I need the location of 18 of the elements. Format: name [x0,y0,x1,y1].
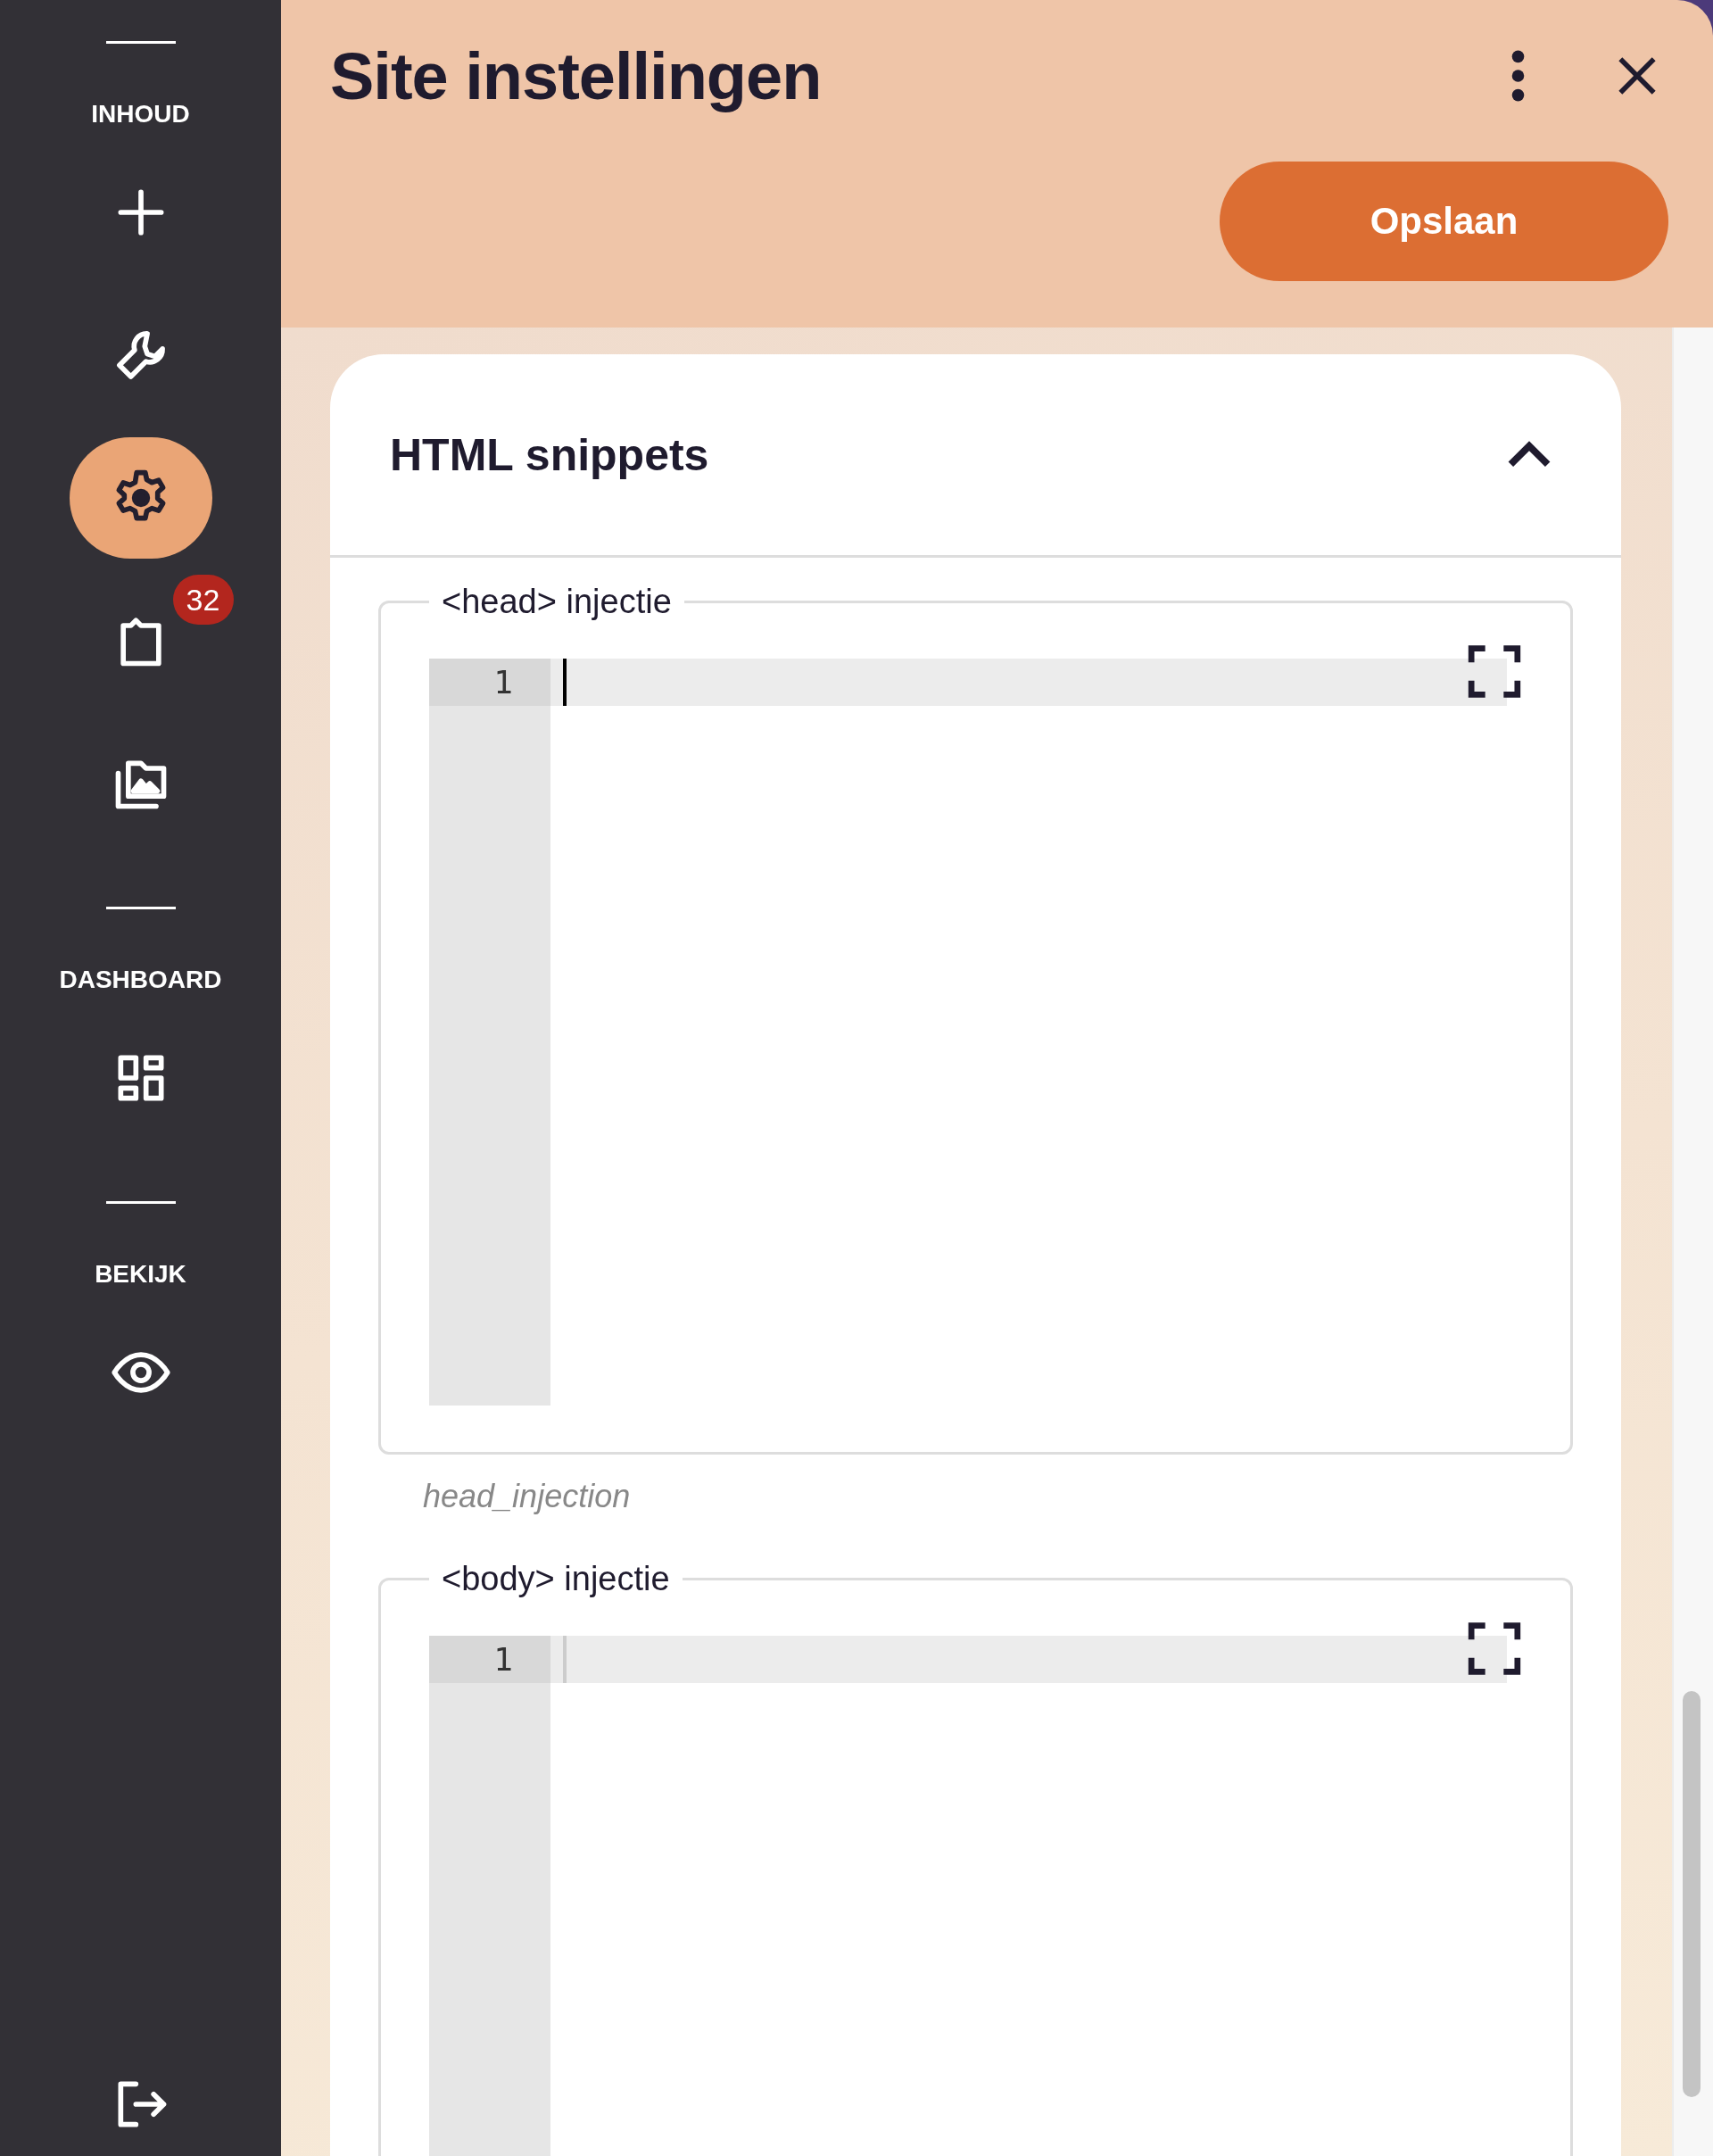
field-hint: head_injection [423,1478,632,1515]
scrollbar-thumb[interactable] [1683,1691,1701,2097]
section-title: HTML snippets [390,428,710,481]
more-options-icon [1510,50,1525,102]
sidebar-item[interactable]: 32 [26,569,255,712]
fullscreen-icon [1467,643,1522,700]
section-label: INHOUD [91,99,190,129]
section-label: DASHBOARD [59,965,222,995]
fullscreen-button[interactable] [1467,1621,1522,1677]
section-label: BEKIJK [95,1259,186,1289]
field-label: <body> injectie [441,1560,671,1598]
line-number: 1 [429,659,550,706]
page-title: Site instellingen [330,37,823,114]
fullscreen-icon [1467,1621,1522,1677]
field-label: <head> injectie [441,583,673,621]
fullscreen-button[interactable] [1467,643,1522,700]
line-number: 1 [429,1636,550,1683]
count-badge: 32 [172,575,234,625]
